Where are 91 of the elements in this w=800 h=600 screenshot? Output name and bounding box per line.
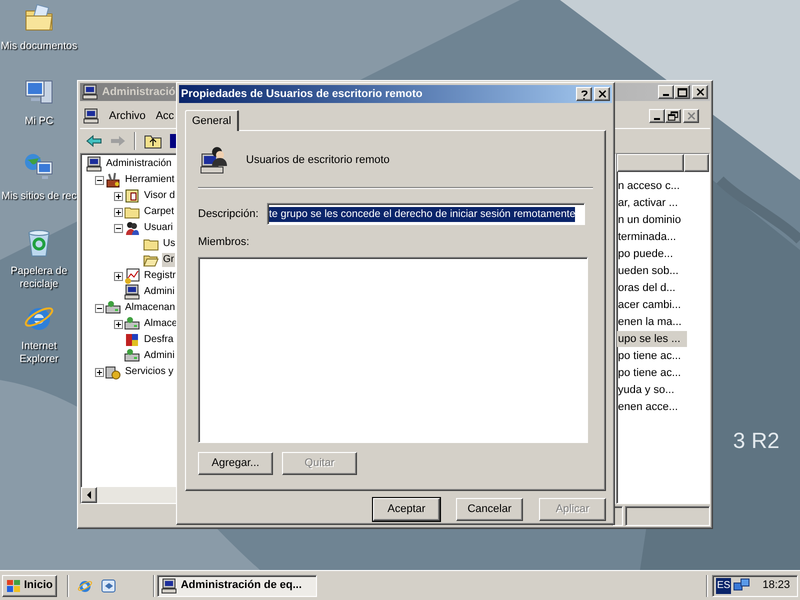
tab[interactable]: General <box>185 110 240 131</box>
menu-item[interactable]: Acc <box>156 108 174 124</box>
tree-item[interactable]: Almacenan <box>124 301 176 315</box>
list-item[interactable]: acer cambi... <box>617 296 687 312</box>
drive-icon <box>124 348 140 364</box>
list-item[interactable]: enen la ma... <box>617 314 687 330</box>
computer-icon <box>160 578 177 594</box>
computer-icon <box>86 156 102 172</box>
tree-item[interactable]: Administración <box>105 157 173 171</box>
action-button[interactable]: Agregar... <box>198 452 273 474</box>
expand-icon[interactable] <box>114 320 123 328</box>
back-arrow-icon[interactable] <box>86 134 102 146</box>
list-item[interactable]: po puede... <box>617 246 687 262</box>
wallpaper-text: 3 R2 <box>733 427 780 455</box>
minimize-button[interactable] <box>649 109 665 123</box>
collapse-icon[interactable] <box>95 304 104 312</box>
tree-item[interactable]: Gr <box>162 253 176 267</box>
list-item[interactable]: ueden sob... <box>617 262 687 278</box>
maximize-button[interactable] <box>674 85 690 99</box>
list-item[interactable]: n un dominio <box>617 212 687 228</box>
services-icon <box>105 364 121 380</box>
close-button[interactable] <box>692 85 708 99</box>
list-item[interactable]: oras del d... <box>617 280 687 296</box>
list-item[interactable]: enen acce... <box>617 398 687 414</box>
collapse-icon[interactable] <box>114 224 123 232</box>
drive-icon <box>124 316 140 332</box>
close-button[interactable] <box>594 87 610 101</box>
minimize-icon <box>663 94 669 96</box>
defrag-icon <box>124 332 140 348</box>
windows-logo-icon <box>6 578 22 592</box>
show-desktop-icon[interactable] <box>100 578 117 594</box>
minimize-button[interactable] <box>658 85 674 99</box>
list-item[interactable]: n acceso c... <box>617 178 687 194</box>
tree-item[interactable]: Carpet <box>143 205 176 219</box>
desktop-icon-label[interactable]: Papelera de reciclaje <box>10 265 68 291</box>
list-item[interactable]: terminada... <box>617 228 687 244</box>
drive-icon <box>105 300 121 316</box>
members-label: Miembros: <box>198 235 250 250</box>
network-icon[interactable] <box>733 578 752 594</box>
tree-item[interactable]: Admini <box>143 285 176 299</box>
tree-item[interactable]: Herramient <box>124 173 176 187</box>
tree-item[interactable]: Admini <box>143 349 176 363</box>
expand-icon[interactable] <box>114 192 123 200</box>
chart-icon <box>124 268 140 284</box>
help-button[interactable] <box>576 87 592 101</box>
maximize-icon <box>675 86 689 98</box>
list-item[interactable]: po tiene ac... <box>617 364 687 380</box>
computer-icon <box>83 108 99 124</box>
start-button[interactable]: Inicio <box>2 574 57 596</box>
desktop-icon-label[interactable]: Internet Explorer <box>19 340 59 366</box>
expand-icon[interactable] <box>95 368 104 376</box>
computer-icon <box>82 84 98 100</box>
up-folder-icon[interactable] <box>144 132 162 148</box>
list-item[interactable]: ar, activar ... <box>617 194 687 210</box>
close-button[interactable] <box>683 109 699 123</box>
computer-icon <box>124 284 140 300</box>
description-field[interactable]: te grupo se les concede el derecho de iniciar sesión remotamente <box>267 203 585 225</box>
toolbox-icon <box>105 172 121 188</box>
window-title: Administració <box>102 84 176 100</box>
tree-item[interactable]: Registr <box>143 269 177 283</box>
column-header[interactable] <box>684 154 709 172</box>
tree-item[interactable]: Us <box>162 237 176 251</box>
action-button[interactable]: Aceptar <box>373 498 440 521</box>
list-item[interactable]: po tiene ac... <box>617 348 687 364</box>
list-item[interactable]: upo se les ... <box>617 330 687 346</box>
minimize-icon <box>654 118 660 120</box>
tree-item[interactable]: Almace <box>143 317 178 331</box>
description-label: Descripción: <box>198 206 260 222</box>
restore-icon <box>666 110 680 122</box>
column-header[interactable] <box>617 154 684 172</box>
field-value: te grupo se les concede el derecho de iniciar sesión remotamente <box>269 206 576 222</box>
list-item[interactable]: yuda y so... <box>617 382 687 398</box>
expand-icon[interactable] <box>114 272 123 280</box>
scroll-left-button[interactable] <box>81 487 97 503</box>
action-button[interactable]: Cancelar <box>456 498 523 521</box>
dialog-title: Propiedades de Usuarios de escritorio remoto <box>181 86 422 102</box>
restore-button[interactable] <box>665 109 681 123</box>
log-icon <box>124 188 140 204</box>
tree-item[interactable]: Desfra <box>143 333 174 347</box>
task-button[interactable]: Administración de eq... <box>156 574 317 596</box>
language-indicator[interactable]: ES <box>716 578 732 594</box>
tree-item[interactable]: Visor d <box>143 189 176 203</box>
tree-item[interactable]: Usuari <box>143 221 174 235</box>
group-name: Usuarios de escritorio remoto <box>246 152 390 168</box>
left-arrow-icon <box>86 491 92 499</box>
users-icon <box>124 220 140 236</box>
tree-item[interactable]: Servicios y <box>124 365 174 379</box>
clock: 18:23 <box>762 578 791 594</box>
expand-icon[interactable] <box>114 208 123 216</box>
collapse-icon[interactable] <box>95 176 104 184</box>
menu-item[interactable]: Archivo <box>109 108 146 124</box>
